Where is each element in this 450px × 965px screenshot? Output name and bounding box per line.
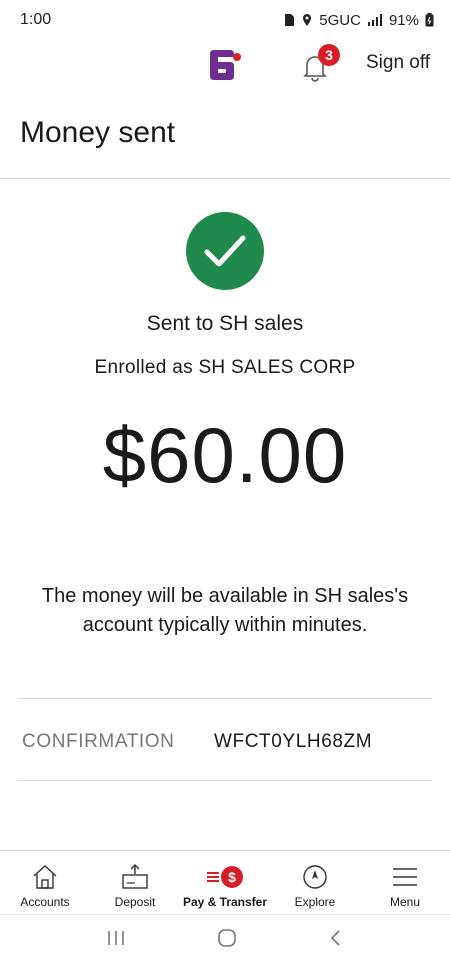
nav-item-deposit[interactable]: Deposit xyxy=(90,851,180,914)
enrolled-as-text: Enrolled as SH SALES CORP xyxy=(94,357,356,378)
confirmation-label: CONFIRMATION xyxy=(22,731,175,752)
confirmation-divider-top xyxy=(18,698,432,699)
header-divider xyxy=(0,178,450,179)
compass-icon xyxy=(301,863,329,891)
brand-logo-icon xyxy=(206,48,242,82)
menu-icon xyxy=(391,863,419,891)
page-title: Money sent xyxy=(20,116,176,149)
success-check-icon xyxy=(186,212,264,290)
system-nav-bar xyxy=(0,914,450,965)
bottom-nav: Accounts Deposit $ Pay & Transfer Explor… xyxy=(0,850,450,914)
nav-label-explore: Explore xyxy=(294,895,336,909)
battery-percent: 91% xyxy=(388,11,419,29)
nav-label-accounts: Accounts xyxy=(20,895,70,909)
nav-item-explore[interactable]: Explore xyxy=(270,851,360,914)
battery-icon xyxy=(425,13,434,27)
notification-count-badge[interactable]: 3 xyxy=(318,44,340,66)
nav-label-menu: Menu xyxy=(389,895,421,909)
app-header: 3 Sign off xyxy=(0,40,450,96)
signal-icon xyxy=(367,14,383,26)
network-type: 5GUC xyxy=(319,11,361,29)
pay-transfer-icon: $ xyxy=(207,863,243,891)
nav-label-pay-transfer: Pay & Transfer xyxy=(182,895,268,909)
home-icon xyxy=(31,863,59,891)
nav-item-accounts[interactable]: Accounts xyxy=(0,851,90,914)
deposit-icon xyxy=(121,863,149,891)
pay-dollar-icon: $ xyxy=(221,866,243,888)
nav-item-menu[interactable]: Menu xyxy=(360,851,450,914)
nav-item-pay-transfer[interactable]: $ Pay & Transfer xyxy=(180,851,270,914)
sim-icon xyxy=(283,13,295,27)
sent-to-text: Sent to SH sales xyxy=(146,312,304,335)
nav-label-deposit: Deposit xyxy=(114,895,156,909)
sign-off-button[interactable]: Sign off xyxy=(366,52,430,74)
home-button-icon[interactable] xyxy=(216,928,238,953)
confirmation-divider-bottom xyxy=(18,780,432,781)
recent-apps-icon[interactable] xyxy=(105,929,127,952)
status-time: 1:00 xyxy=(20,11,52,28)
location-icon xyxy=(301,13,313,27)
confirmation-number: WFCT0YLH68ZM xyxy=(214,731,373,752)
amount-sent: $60.00 xyxy=(102,411,348,499)
availability-message: The money will be available in SH sales'… xyxy=(41,585,409,636)
back-icon[interactable] xyxy=(327,928,345,953)
status-icons: 5GUC 91% xyxy=(283,12,434,29)
status-bar: 1:00 5GUC 91% xyxy=(0,0,450,40)
